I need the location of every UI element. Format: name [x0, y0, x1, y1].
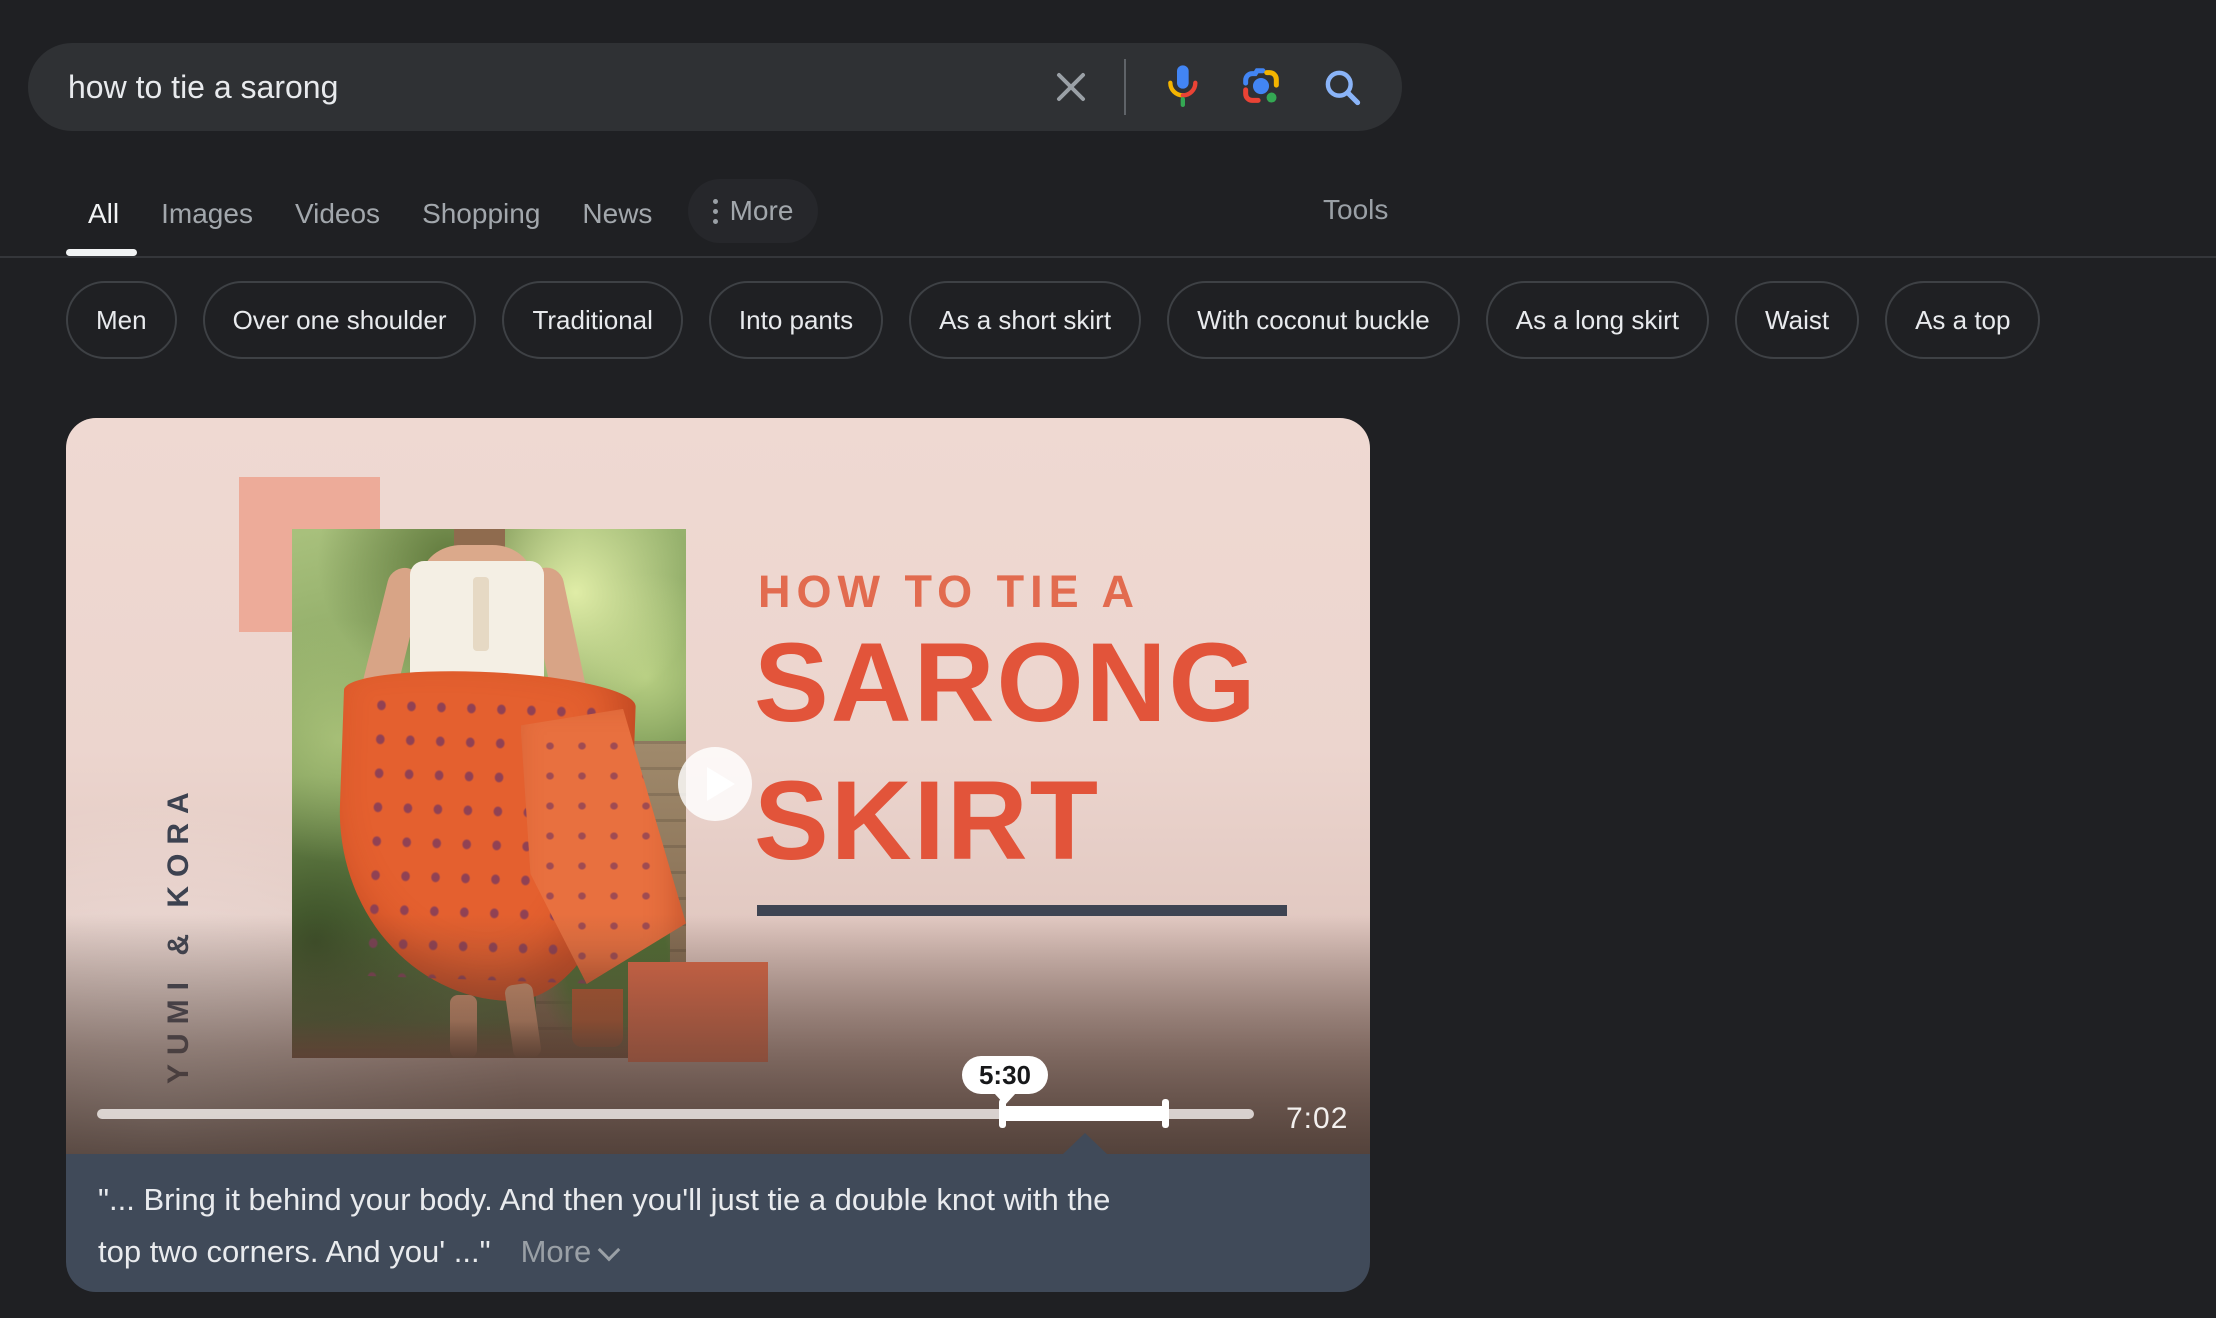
- timestamp-bubble-pointer: [994, 1093, 1016, 1105]
- caption-line-2: top two corners. And you' ..." More: [98, 1226, 1338, 1278]
- video-duration: 7:02: [1286, 1102, 1348, 1136]
- transcript-caption: "... Bring it behind your body. And then…: [66, 1154, 1370, 1292]
- progress-highlight-segment[interactable]: [1003, 1106, 1165, 1121]
- refinement-chips: Men Over one shoulder Traditional Into pant…: [66, 281, 2040, 359]
- chip-as-a-long-skirt[interactable]: As a long skirt: [1486, 281, 1709, 359]
- woman-top-tie: [473, 577, 489, 651]
- tabs-divider: [0, 256, 2216, 258]
- chip-into-pants[interactable]: Into pants: [709, 281, 883, 359]
- google-search-results-page: how to tie a sarong A: [0, 0, 2216, 1318]
- search-bar[interactable]: how to tie a sarong: [28, 43, 1402, 131]
- chip-traditional[interactable]: Traditional: [502, 281, 682, 359]
- tab-images[interactable]: Images: [161, 198, 253, 230]
- chip-over-one-shoulder[interactable]: Over one shoulder: [203, 281, 477, 359]
- active-tab-underline: [66, 249, 137, 256]
- search-bar-icons: [1054, 59, 1364, 115]
- chevron-down-icon: [598, 1239, 621, 1262]
- clear-icon[interactable]: [1054, 70, 1088, 104]
- tools-button[interactable]: Tools: [1323, 194, 1388, 226]
- video-thumbnail[interactable]: YUMI & KORA HOW TO TIE A SARONG SKIRT 5:…: [66, 418, 1370, 1154]
- caption-notch: [1063, 1133, 1107, 1154]
- video-result-card: YUMI & KORA HOW TO TIE A SARONG SKIRT 5:…: [66, 418, 1370, 1292]
- search-input[interactable]: how to tie a sarong: [68, 69, 1054, 106]
- tab-videos[interactable]: Videos: [295, 198, 380, 230]
- chip-waist[interactable]: Waist: [1735, 281, 1859, 359]
- tab-news[interactable]: News: [582, 198, 652, 230]
- tab-more[interactable]: More: [688, 179, 818, 243]
- chip-men[interactable]: Men: [66, 281, 177, 359]
- caption-more-label: More: [521, 1234, 592, 1269]
- caption-more-button[interactable]: More: [521, 1226, 618, 1278]
- play-icon: [707, 767, 735, 801]
- caption-line-2-text: top two corners. And you' ...": [98, 1234, 491, 1269]
- chip-as-a-top[interactable]: As a top: [1885, 281, 2040, 359]
- timestamp-bubble: 5:30: [962, 1056, 1048, 1094]
- thumbnail-title-line1: HOW TO TIE A: [758, 566, 1140, 618]
- search-bar-divider: [1124, 59, 1126, 115]
- chip-with-coconut-buckle[interactable]: With coconut buckle: [1167, 281, 1460, 359]
- tabs-list: All Images Videos Shopping News: [88, 192, 652, 236]
- segment-end-tick[interactable]: [1162, 1099, 1169, 1128]
- caption-line-1: "... Bring it behind your body. And then…: [98, 1174, 1338, 1226]
- lens-icon[interactable]: [1238, 64, 1284, 110]
- play-button[interactable]: [678, 747, 752, 821]
- tab-more-label: More: [730, 195, 794, 227]
- chip-as-a-short-skirt[interactable]: As a short skirt: [909, 281, 1141, 359]
- result-tabs: All Images Videos Shopping News More Tools: [0, 192, 2216, 248]
- more-dots-icon: [713, 199, 718, 224]
- search-icon[interactable]: [1320, 65, 1364, 109]
- thumbnail-title-line3: SKIRT: [754, 756, 1100, 885]
- mic-icon[interactable]: [1162, 62, 1202, 112]
- thumbnail-title-line2: SARONG: [754, 618, 1258, 747]
- tab-shopping[interactable]: Shopping: [422, 198, 540, 230]
- tab-all[interactable]: All: [88, 198, 119, 230]
